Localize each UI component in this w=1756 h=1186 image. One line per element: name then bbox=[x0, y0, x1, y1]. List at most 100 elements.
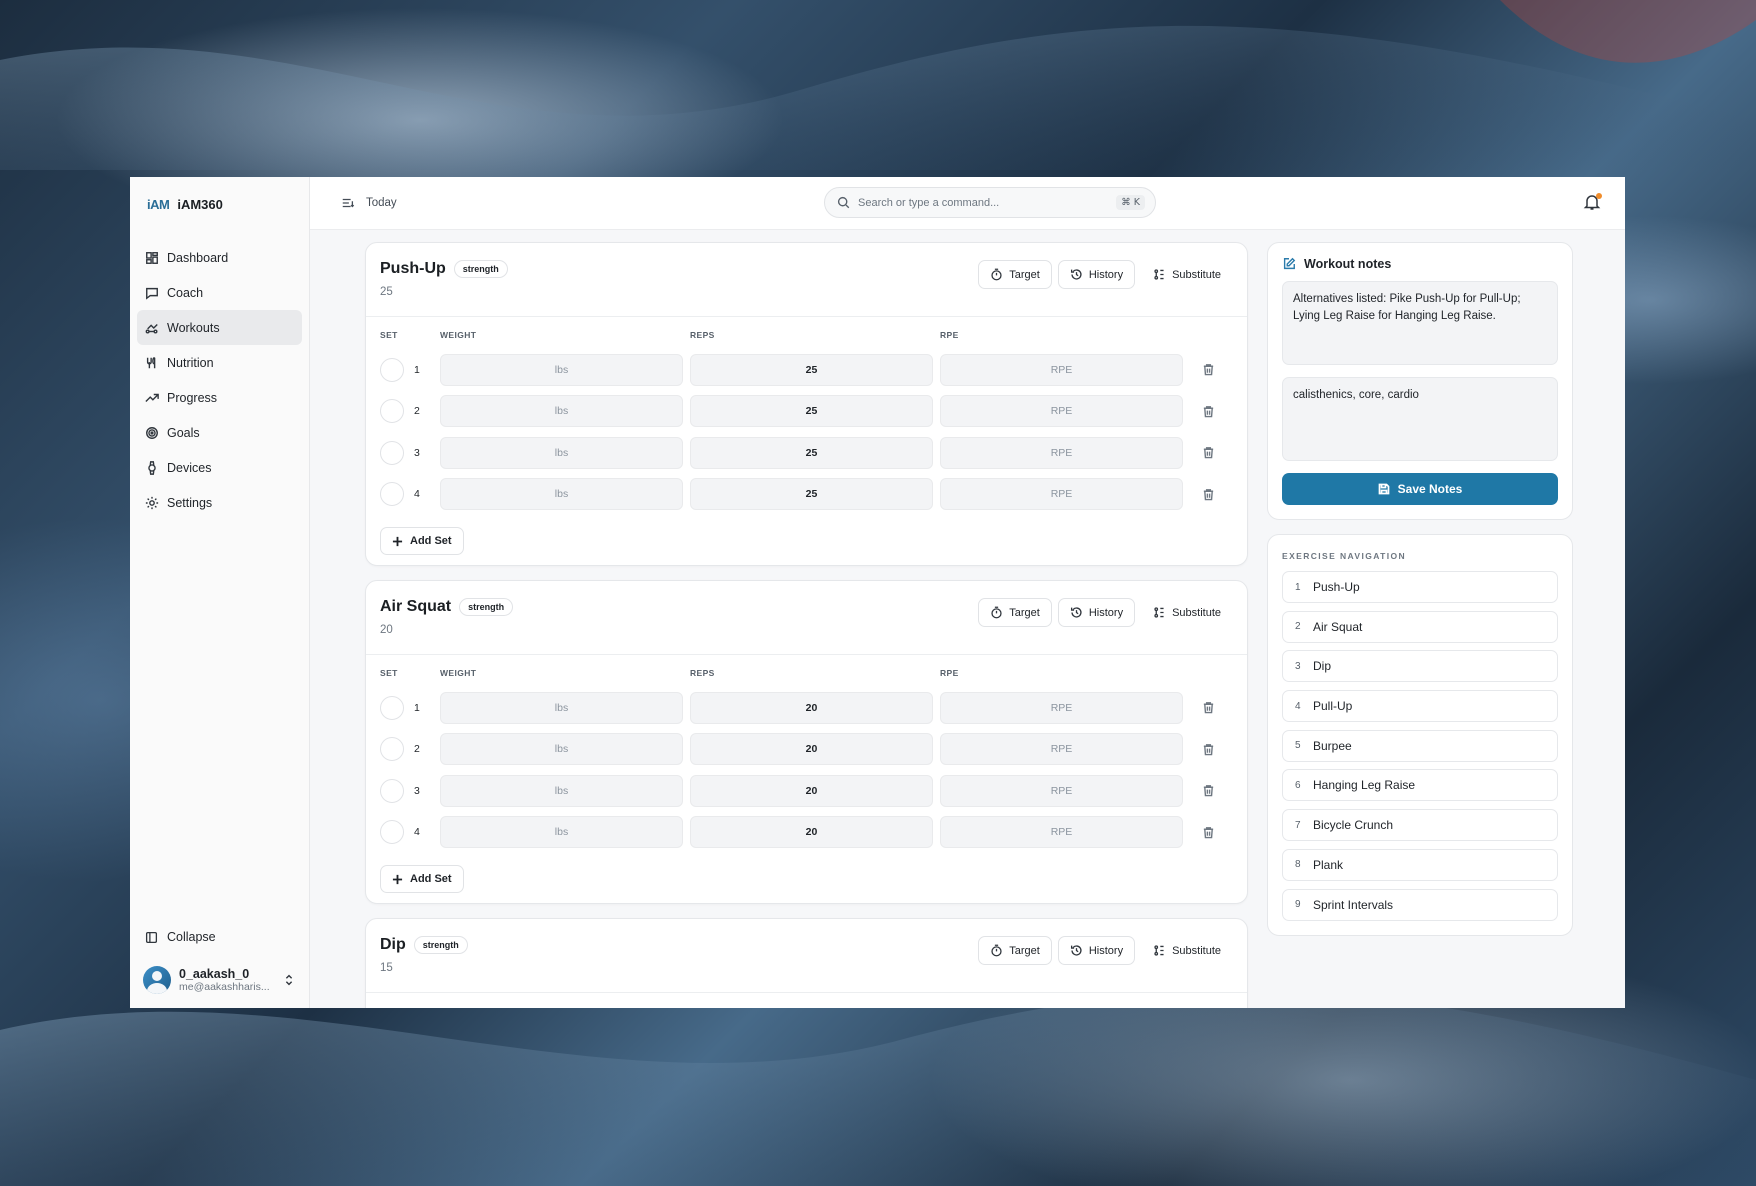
delete-set-button[interactable] bbox=[1190, 784, 1226, 797]
exercise-nav-item[interactable]: 7 Bicycle Crunch bbox=[1282, 809, 1558, 842]
nav-item-number: 1 bbox=[1295, 581, 1301, 593]
set-number: 2 bbox=[414, 405, 420, 418]
weight-input[interactable]: lbs bbox=[440, 816, 683, 849]
sidebar-item-coach[interactable]: Coach bbox=[137, 275, 302, 310]
set-complete-checkbox[interactable] bbox=[380, 820, 404, 845]
exercise-nav-item[interactable]: 9 Sprint Intervals bbox=[1282, 888, 1558, 921]
delete-set-button[interactable] bbox=[1190, 363, 1226, 376]
utensils-icon bbox=[146, 356, 156, 368]
nav-item-number: 9 bbox=[1295, 899, 1301, 910]
set-number: 1 bbox=[414, 701, 420, 714]
reps-input[interactable]: 25 bbox=[690, 436, 933, 469]
sidebar-item-nutrition[interactable]: Nutrition bbox=[137, 345, 302, 380]
rpe-input[interactable]: RPE bbox=[940, 478, 1183, 511]
substitute-label: Substitute bbox=[1172, 606, 1221, 619]
sidebar-item-goals[interactable]: Goals bbox=[137, 415, 302, 450]
reps-input[interactable]: 20 bbox=[690, 733, 933, 766]
delete-set-button[interactable] bbox=[1190, 446, 1226, 459]
target-button[interactable]: Target bbox=[978, 936, 1052, 965]
nav-item-name: Pull-Up bbox=[1313, 699, 1353, 714]
rpe-input[interactable]: RPE bbox=[940, 691, 1183, 724]
sidebar-item-devices[interactable]: Devices bbox=[137, 450, 302, 485]
exercise-nav-item[interactable]: 2 Air Squat bbox=[1282, 610, 1558, 643]
brand[interactable]: iAM iAM360 bbox=[130, 177, 309, 240]
substitute-button[interactable]: Substitute bbox=[1141, 598, 1233, 627]
history-button[interactable]: History bbox=[1057, 936, 1136, 965]
rpe-input[interactable]: RPE bbox=[940, 353, 1183, 386]
weight-input[interactable]: lbs bbox=[440, 691, 683, 724]
sidebar-item-progress[interactable]: Progress bbox=[137, 380, 302, 415]
history-button[interactable]: History bbox=[1057, 598, 1136, 627]
sidebar-item-dashboard[interactable]: Dashboard bbox=[137, 240, 302, 275]
add-set-label: Add Set bbox=[410, 535, 452, 547]
delete-set-button[interactable] bbox=[1190, 405, 1226, 418]
rpe-input[interactable]: RPE bbox=[940, 436, 1183, 469]
col-reps: REPS bbox=[690, 330, 715, 340]
rpe-input[interactable]: RPE bbox=[940, 774, 1183, 807]
exercise-nav-item[interactable]: 6 Hanging Leg Raise bbox=[1282, 769, 1558, 802]
date-selector[interactable]: Today bbox=[341, 196, 397, 210]
reps-input[interactable]: 20 bbox=[690, 691, 933, 724]
set-number: 3 bbox=[414, 446, 420, 459]
set-complete-checkbox[interactable] bbox=[380, 695, 404, 720]
weight-input[interactable]: lbs bbox=[440, 774, 683, 807]
set-complete-checkbox[interactable] bbox=[380, 482, 404, 507]
add-set-button[interactable]: Add Set bbox=[380, 865, 464, 893]
sidebar-item-label: Progress bbox=[167, 390, 218, 405]
reps-input[interactable]: 25 bbox=[690, 478, 933, 511]
set-complete-checkbox[interactable] bbox=[380, 399, 404, 424]
col-set: SET bbox=[380, 1006, 440, 1008]
exercise-nav-item[interactable]: 4 Pull-Up bbox=[1282, 690, 1558, 723]
target-label: Target bbox=[1009, 944, 1040, 957]
weight-input[interactable]: lbs bbox=[440, 395, 683, 428]
exercise-nav-item[interactable]: 1 Push-Up bbox=[1282, 571, 1558, 603]
target-button[interactable]: Target bbox=[978, 598, 1052, 627]
history-button[interactable]: History bbox=[1057, 260, 1136, 289]
rpe-input[interactable]: RPE bbox=[940, 816, 1183, 849]
reps-input[interactable]: 25 bbox=[690, 353, 933, 386]
notes-textarea[interactable]: Alternatives listed: Pike Push-Up for Pu… bbox=[1282, 281, 1558, 365]
set-complete-checkbox[interactable] bbox=[380, 778, 404, 803]
set-number: 4 bbox=[414, 826, 420, 839]
set-complete-checkbox[interactable] bbox=[380, 357, 404, 382]
notifications-button[interactable] bbox=[1583, 193, 1603, 213]
reps-input[interactable]: 20 bbox=[690, 774, 933, 807]
substitute-button[interactable]: Substitute bbox=[1141, 936, 1233, 965]
weight-input[interactable]: lbs bbox=[440, 353, 683, 386]
exercise-nav-item[interactable]: 3 Dip bbox=[1282, 650, 1558, 683]
exercise-nav-item[interactable]: 8 Plank bbox=[1282, 848, 1558, 881]
sidebar-item-workouts[interactable]: Workouts bbox=[137, 310, 302, 345]
delete-set-button[interactable] bbox=[1190, 743, 1226, 756]
weight-input[interactable]: lbs bbox=[440, 478, 683, 511]
substitute-button[interactable]: Substitute bbox=[1141, 260, 1233, 289]
app-window: iAM iAM360 Dashboard Coach Workouts Nutr… bbox=[130, 177, 1625, 1008]
weight-input[interactable]: lbs bbox=[440, 733, 683, 766]
reps-input[interactable]: 20 bbox=[690, 816, 933, 849]
collapse-button[interactable]: Collapse bbox=[130, 920, 309, 954]
search-input[interactable] bbox=[858, 196, 1109, 209]
target-button[interactable]: Target bbox=[978, 260, 1052, 289]
delete-set-button[interactable] bbox=[1190, 488, 1226, 501]
exercise-nav-item[interactable]: 5 Burpee bbox=[1282, 729, 1558, 762]
menu-lines-icon bbox=[342, 198, 355, 208]
user-menu[interactable]: 0_aakash_0 me@aakashharis... bbox=[130, 958, 309, 1008]
rpe-input[interactable]: RPE bbox=[940, 733, 1183, 766]
delete-set-button[interactable] bbox=[1190, 826, 1226, 839]
sidebar-item-settings[interactable]: Settings bbox=[137, 485, 302, 520]
timer-icon bbox=[991, 606, 1002, 619]
set-row: 4 lbs 25 RPE bbox=[380, 474, 1233, 516]
save-notes-button[interactable]: Save Notes bbox=[1282, 473, 1558, 505]
weight-input[interactable]: lbs bbox=[440, 436, 683, 469]
set-complete-checkbox[interactable] bbox=[380, 737, 404, 762]
set-complete-checkbox[interactable] bbox=[380, 440, 404, 465]
set-number: 3 bbox=[414, 784, 420, 797]
reps-input[interactable]: 25 bbox=[690, 395, 933, 428]
set-number: 1 bbox=[414, 363, 420, 376]
search-bar[interactable]: ⌘ K bbox=[824, 187, 1156, 218]
delete-set-button[interactable] bbox=[1190, 701, 1226, 714]
add-set-button[interactable]: Add Set bbox=[380, 527, 464, 555]
trend-icon bbox=[145, 393, 159, 402]
tags-textarea[interactable]: calisthenics, core, cardio bbox=[1282, 377, 1558, 461]
exercise-card: Air Squat strength 20 Target History Sub… bbox=[365, 580, 1248, 904]
rpe-input[interactable]: RPE bbox=[940, 395, 1183, 428]
